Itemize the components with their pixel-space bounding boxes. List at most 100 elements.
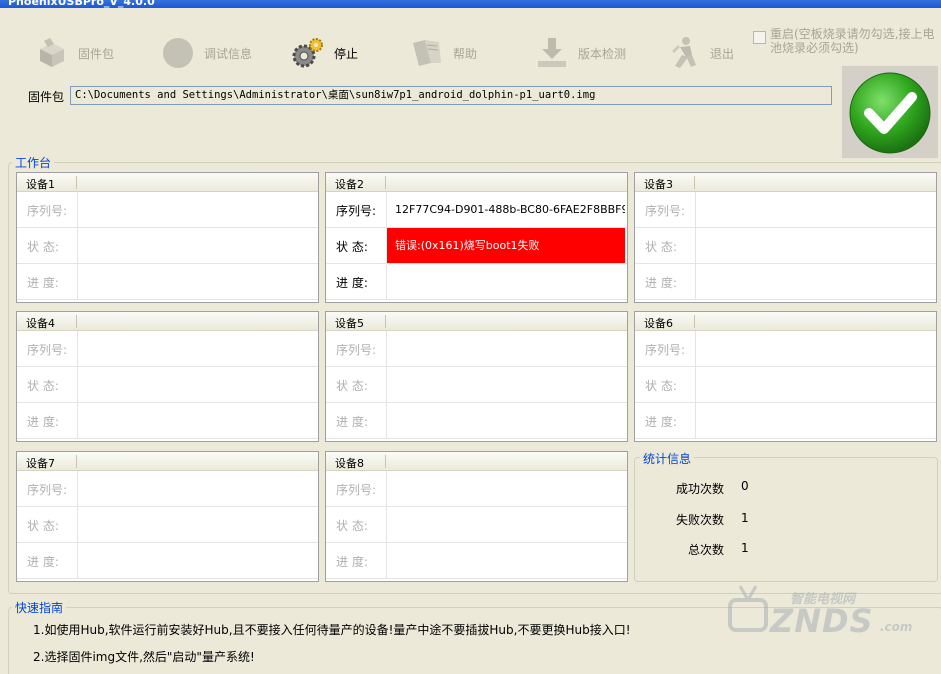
firmware-path-field[interactable]: C:\Documents and Settings\Administrator\… [70,86,832,105]
device-panel: 设备8 序列号: 状 态: 进 度: [325,451,628,582]
status-value [696,228,934,263]
version-check-button[interactable]: 版本检测 [534,30,626,76]
device-panel-header: 设备1 [17,173,318,192]
device-row-serial-number: 序列号: [326,471,627,507]
device-row-status: 状 态: [17,228,318,264]
status-indicator [842,66,938,158]
serial-number-value [696,331,934,366]
device-panel: 设备1 序列号: 状 态: 进 度: [16,172,319,303]
progress-label: 进 度: [336,555,368,569]
serial-number-label: 序列号: [336,483,377,497]
znds-watermark: 智能电视网 ZNDS .com [728,578,938,642]
device-row-progress: 进 度: [17,264,318,300]
firmware-button[interactable]: 固件包 [34,30,114,76]
status-label: 状 态: [27,240,59,254]
device-row-serial-number: 序列号: [326,331,627,367]
stop-button-label: 停止 [334,46,359,61]
device-name: 设备5 [335,317,364,330]
device-name: 设备6 [644,317,673,330]
device-panel-header: 设备5 [326,312,627,331]
device-panel-header: 设备2 [326,173,627,192]
restart-checkbox-label: 重启(空板烧录请勿勾选,接上电池烧录必须勾选) [770,27,935,55]
serial-number-value [387,471,625,506]
debug-info-button[interactable]: 调试信息 [160,30,252,76]
help-button[interactable]: 帮助 [409,30,477,76]
gears-icon [292,38,323,68]
device-name: 设备4 [26,317,55,330]
progress-label: 进 度: [336,415,368,429]
serial-number-label: 序列号: [27,343,68,357]
guide-item: 1.如使用Hub,软件运行前安装好Hub,且不要接入任何待量产的设备!量产中途不… [33,623,631,637]
device-panel: 设备5 序列号: 状 态: 进 度: [325,311,628,442]
progress-value [696,403,934,438]
fail-count-label: 失败次数 [676,513,725,527]
restart-checkbox[interactable] [753,31,766,44]
total-count-value: 1 [741,541,749,555]
serial-number-value [696,192,934,227]
guide-title: 快速指南 [12,599,67,616]
device-panel: 设备2 序列号: 12F77C94-D901-488b-BC80-6FAE2F8BB… [325,172,628,303]
progress-label: 进 度: [27,415,59,429]
status-value [78,228,316,263]
status-value [696,367,934,402]
column-separator [694,176,695,189]
column-separator [694,315,695,328]
device-row-progress: 进 度: [635,264,936,300]
device-name: 设备3 [644,178,673,191]
fail-count-value: 1 [741,511,749,525]
device-row-status: 状 态: [635,228,936,264]
serial-number-label: 序列号: [645,343,686,357]
debug-info-button-label: 调试信息 [204,46,253,61]
device-name: 设备7 [26,457,55,470]
exit-button-label: 退出 [710,46,735,61]
serial-number-value: 12F77C94-D901-488b-BC80-6FAE2F8BBF90 [395,203,625,216]
progress-label: 进 度: [27,276,59,290]
device-row-status: 状 态: [326,367,627,403]
device-row-status: 状 态: [17,507,318,543]
serial-number-value [387,331,625,366]
window-title: PhoenixUSBPro_V_4.0.0 [8,0,155,8]
version-check-button-label: 版本检测 [578,46,627,61]
progress-label: 进 度: [645,415,677,429]
stop-button[interactable]: 停止 [290,30,358,76]
column-separator [76,176,77,189]
firmware-path-label: 固件包 [28,90,65,104]
watermark-text: ZNDS [770,602,874,640]
device-row-progress: 进 度: [326,264,627,300]
window-titlebar: PhoenixUSBPro_V_4.0.0 [0,0,941,8]
help-button-label: 帮助 [453,46,478,61]
success-count-value: 0 [741,479,749,493]
device-row-status: 状 态: [326,507,627,543]
progress-value [387,543,625,578]
status-label: 状 态: [645,379,677,393]
serial-number-label: 序列号: [336,204,377,218]
device-row-progress: 进 度: [17,543,318,579]
status-value [387,507,625,542]
device-name: 设备1 [26,178,55,191]
device-row-status: 状 态: [635,367,936,403]
watermark-domain: .com [880,620,913,634]
device-row-serial-number: 序列号: [635,331,936,367]
device-row-serial-number: 序列号: [17,471,318,507]
status-label: 状 态: [27,379,59,393]
status-label: 状 态: [645,240,677,254]
serial-number-value [78,471,316,506]
exit-button[interactable]: 退出 [666,30,734,76]
status-label: 状 态: [27,519,59,533]
guide-item: 2.选择固件img文件,然后"启动"量产系统! [33,650,255,664]
status-value: 错误:(0x161)烧写boot1失败 [387,228,625,263]
device-row-progress: 进 度: [635,403,936,439]
device-panel-header: 设备4 [17,312,318,331]
column-separator [385,455,386,468]
column-separator [76,455,77,468]
serial-number-value [78,192,316,227]
progress-value [78,543,316,578]
device-name: 设备8 [335,457,364,470]
column-separator [385,176,386,189]
status-value [78,507,316,542]
download-icon [538,38,566,67]
serial-number-label: 序列号: [27,204,68,218]
package-icon [40,38,64,67]
device-panel: 设备4 序列号: 状 态: 进 度: [16,311,319,442]
workspace-title: 工作台 [12,154,55,171]
